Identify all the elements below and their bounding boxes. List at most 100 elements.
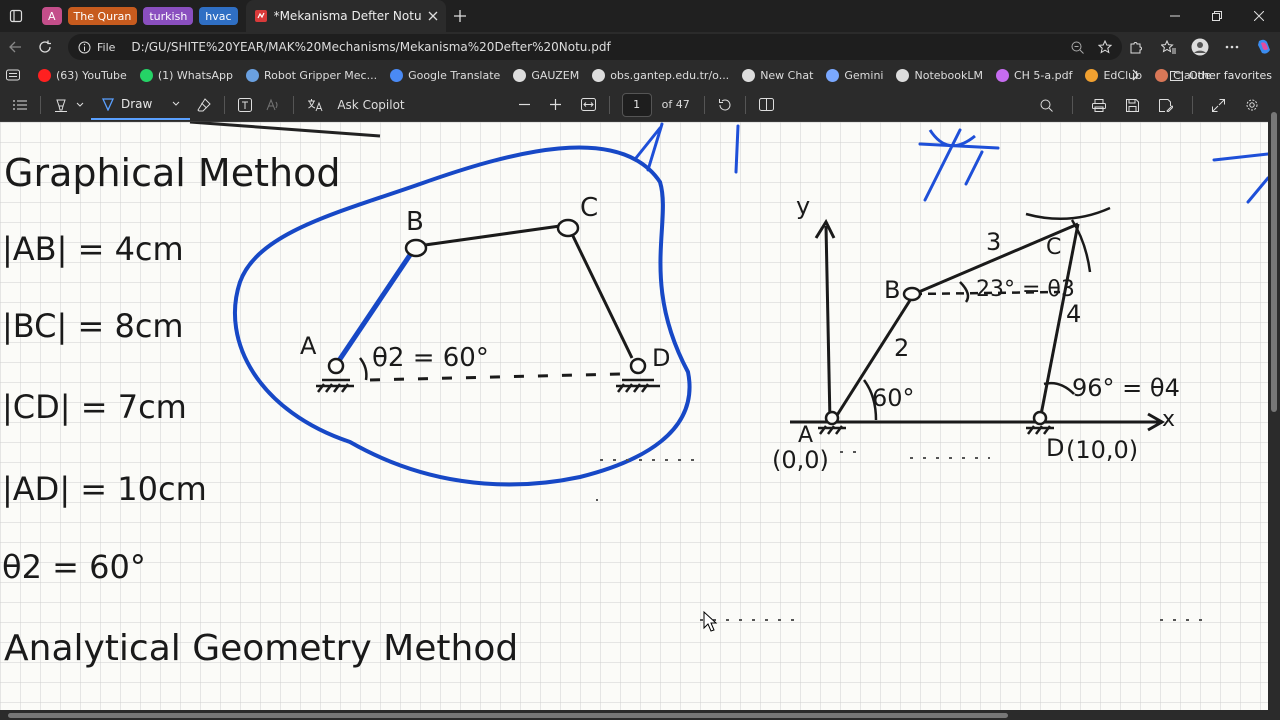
read-aloud-button[interactable]	[259, 90, 287, 120]
note-title-analytical: Analytical Geometry Method	[4, 628, 518, 669]
minimize-button[interactable]	[1154, 0, 1196, 32]
tab-group-1[interactable]: The Quran	[67, 7, 138, 25]
translate-button[interactable]	[300, 90, 330, 120]
graph-label-d: D	[1046, 434, 1064, 462]
graph-label-angle96: 96° = θ4	[1072, 374, 1180, 402]
page-total-label: of 47	[661, 98, 690, 111]
bookmark-item[interactable]: Gemini	[826, 68, 884, 82]
extensions-button[interactable]	[1120, 32, 1152, 62]
page-view-icon	[758, 98, 774, 111]
scrollbar-thumb[interactable]	[1271, 112, 1277, 412]
whatsapp-icon	[139, 68, 153, 82]
info-icon[interactable]	[78, 41, 91, 54]
restore-icon	[1212, 11, 1222, 21]
note-given-cd: |CD| = 7cm	[2, 388, 187, 426]
reading-list-button[interactable]	[6, 69, 20, 81]
highlight-button[interactable]	[47, 90, 91, 120]
save-as-button[interactable]	[1152, 90, 1180, 120]
star-icon[interactable]	[1098, 40, 1112, 54]
tab-title: *Mekanisma Defter Notu.pdf	[273, 9, 422, 23]
bookmark-item[interactable]: obs.gantep.edu.tr/o...	[592, 68, 729, 82]
pdf-document-view[interactable]: Graphical Method |AB| = 4cm |BC| = 8cm |…	[0, 122, 1268, 710]
maximize-button[interactable]	[1196, 0, 1238, 32]
contents-button[interactable]	[6, 90, 34, 120]
rotate-button[interactable]	[711, 90, 739, 120]
scheme-label: File	[97, 40, 116, 54]
back-button[interactable]	[0, 32, 30, 62]
tab-group-2[interactable]: turkish	[143, 7, 194, 25]
bookmark-item[interactable]: CH 5-a.pdf	[995, 68, 1072, 82]
bookmark-item[interactable]: (63) YouTube	[38, 68, 127, 82]
bookmark-item[interactable]: (1) WhatsApp	[139, 68, 233, 82]
joint-c	[556, 218, 580, 238]
find-button[interactable]	[1033, 90, 1060, 120]
scrollbar-thumb[interactable]	[8, 713, 1008, 718]
tab-active-pdf[interactable]: *Mekanisma Defter Notu.pdf	[245, 0, 446, 32]
text-box-icon	[238, 97, 253, 112]
sketch-label-c: C	[580, 193, 598, 223]
more-menu-button[interactable]	[1216, 32, 1248, 62]
plus-icon	[453, 10, 466, 22]
note-given-theta: θ2 = 60°	[2, 548, 146, 586]
graph-label-angle60: 60°	[872, 384, 915, 412]
note-given-bc: |BC| = 8cm	[2, 307, 184, 345]
joint-b	[404, 238, 428, 258]
graph-label-y: y	[796, 192, 810, 220]
page-number-input[interactable]: 1	[621, 92, 652, 117]
chevron-right-icon[interactable]	[1132, 69, 1140, 81]
bookmark-item[interactable]: New Chat	[742, 68, 813, 82]
tab-actions-menu[interactable]	[0, 0, 32, 32]
new-tab-button[interactable]	[446, 2, 474, 30]
separator	[224, 95, 226, 114]
zoom-in-button[interactable]	[543, 90, 568, 120]
settings-button[interactable]	[1238, 90, 1266, 120]
tab-bar: A The Quran turkish hvac *Mekanisma Defter …	[0, 0, 1280, 32]
save-icon	[1126, 98, 1139, 112]
globe-icon	[592, 68, 606, 82]
bookmark-label: Gemini	[844, 68, 884, 82]
bookmark-item[interactable]: Google Translate	[390, 68, 501, 82]
horizontal-scrollbar[interactable]	[0, 710, 1268, 720]
chevron-down-icon[interactable]	[76, 102, 84, 108]
ask-copilot-button[interactable]: Ask Copilot	[330, 90, 411, 120]
close-window-button[interactable]	[1238, 0, 1280, 32]
fit-page-button[interactable]	[574, 90, 603, 120]
zoom-icon[interactable]	[1071, 41, 1084, 54]
bookmark-item[interactable]: GAUZEM	[513, 68, 579, 82]
notebook-icon	[896, 68, 910, 82]
print-button[interactable]	[1085, 90, 1113, 120]
browser-actions	[1120, 32, 1280, 62]
refresh-button[interactable]	[30, 32, 60, 62]
copilot-button[interactable]	[1248, 32, 1280, 62]
highlighter-icon	[55, 99, 67, 112]
vertical-scrollbar[interactable]	[1268, 88, 1280, 720]
draw-label: Draw	[121, 96, 153, 111]
close-icon[interactable]	[428, 11, 438, 21]
address-bar[interactable]: File D:/GU/SHITE%20YEAR/MAK%20Mechanisms…	[68, 34, 1122, 60]
separator	[40, 95, 41, 114]
tab-group-3[interactable]: hvac	[199, 7, 238, 25]
page-view-button[interactable]	[752, 90, 781, 120]
separator	[608, 95, 610, 114]
profile-avatar[interactable]	[1184, 32, 1216, 62]
tab-group-0[interactable]: A	[42, 7, 62, 25]
favorites-star-icon	[1160, 40, 1176, 54]
bookmark-item[interactable]: Robot Gripper Mec...	[246, 68, 377, 82]
zoom-out-button[interactable]	[512, 90, 537, 120]
url-text[interactable]: D:/GU/SHITE%20YEAR/MAK%20Mechanisms/Meka…	[131, 40, 1065, 54]
erase-button[interactable]	[190, 90, 218, 120]
text-box-button[interactable]	[231, 90, 259, 120]
chevron-down-icon[interactable]	[172, 101, 180, 107]
save-button[interactable]	[1119, 90, 1146, 120]
pdf-toolbar-right	[1033, 88, 1266, 122]
address-bar-row: File D:/GU/SHITE%20YEAR/MAK%20Mechanisms…	[0, 32, 1280, 62]
draw-button[interactable]: Draw	[91, 90, 191, 120]
globe-icon	[513, 68, 527, 82]
fullscreen-button[interactable]	[1205, 90, 1232, 120]
translate-icon	[308, 98, 323, 111]
other-favorites-link[interactable]: Other favorites	[1189, 69, 1272, 82]
favorites-button[interactable]	[1152, 32, 1184, 62]
bookmark-label: Google Translate	[408, 68, 501, 82]
graph-label-d-coord: (10,0)	[1066, 436, 1138, 464]
bookmark-item[interactable]: NotebookLM	[896, 68, 983, 82]
